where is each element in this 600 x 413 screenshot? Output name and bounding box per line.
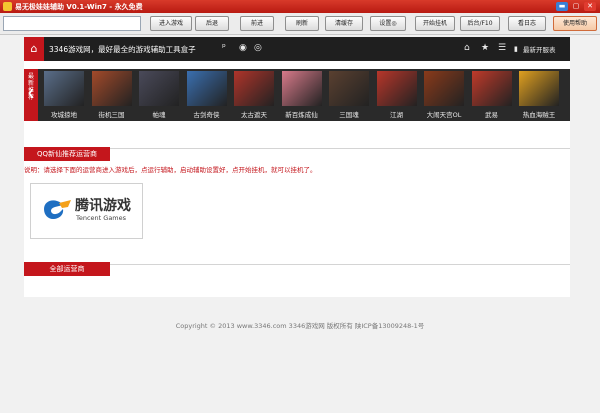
tencent-games-logo[interactable]: 腾讯游戏 Tencent Games [30,183,143,239]
app-icon [3,2,12,11]
mobile-icon: ▮ [514,45,518,53]
game-tile-image[interactable] [44,71,84,106]
game-tile-name[interactable]: 太古遮天 [229,109,279,119]
tool-icon[interactable]: ᵖ [222,42,226,54]
game-tile-name[interactable]: 帕魂 [134,109,184,119]
address-input[interactable] [3,16,141,31]
game-tile-name[interactable]: 街机三国 [87,109,137,119]
game-tile-name[interactable]: 热血海贼王 [514,109,564,119]
menu-icon[interactable]: ☰ [498,42,506,54]
star-icon[interactable]: ★ [481,42,489,54]
game-tile-image[interactable] [376,71,417,106]
section-heading-all: 全部运营商 [24,262,110,276]
game-tile-image[interactable] [519,71,559,106]
game-tile-image[interactable] [329,71,369,106]
game-tile-name[interactable]: 新百炼成仙 [277,109,327,119]
refresh-button[interactable]: 刷新 [285,16,319,31]
weibo-icon[interactable]: ◉ [239,42,247,54]
start-hang-button[interactable]: 开始挂机 [415,16,455,31]
view-log-button[interactable]: 看日志 [508,16,546,31]
game-tile-image[interactable] [281,71,322,106]
back-button[interactable]: 后退 [195,16,229,31]
window-title: 易无极娃娃辅助 V0.1-Win7 - 永久免费 [15,3,143,11]
forward-button[interactable]: 前进 [240,16,274,31]
recommended-games-strip: 最新推荐 ❮ 攻城掠地 街机三国 帕魂 古剑奇侠 太古遮天 新百炼成仙 三国魂 江湖 大闹天宫O… [24,69,570,121]
game-tile-image[interactable] [424,71,464,106]
section-heading-recommended: QQ新仙推荐运营商 [24,147,110,161]
web-page: ⌂ 3346游戏网，最好最全的游戏辅助工具盒子 ᵖ ◉ ◎ ⌂ ★ ☰ ▮ 最新… [0,35,600,413]
home-icon[interactable]: ⌂ [464,42,470,54]
game-tile-name[interactable]: 大闹天宫OL [419,109,469,119]
background-button[interactable]: 后台/F10 [460,16,500,31]
game-tile-name[interactable]: 古剑奇侠 [182,109,232,119]
logo-text-cn: 腾讯游戏 [75,198,131,214]
game-tile-name[interactable]: 武易 [467,109,517,119]
title-bar: 易无极娃娃辅助 V0.1-Win7 - 永久免费 ▬ ▢ ✕ [0,0,600,13]
enter-game-button[interactable]: 进入游戏 [150,16,192,31]
tencent-logo-icon [44,200,71,219]
clear-cache-button[interactable]: 清缓存 [325,16,363,31]
strip-side-label: 最新推荐 ❮ [24,69,38,121]
game-tile-image[interactable] [139,71,179,106]
game-tile-image[interactable] [471,71,512,106]
close-button[interactable]: ✕ [584,2,596,11]
game-tile-name[interactable]: 江湖 [372,109,422,119]
home-badge-icon[interactable]: ⌂ [24,37,44,61]
toolbar: 进入游戏 后退 前进 刷新 清缓存 设置◎ 开始挂机 后台/F10 看日志 使用… [0,13,600,35]
maximize-button[interactable]: ▢ [570,2,582,11]
prev-arrow-icon[interactable]: ❮ [24,89,38,99]
site-nav-bar: ⌂ 3346游戏网，最好最全的游戏辅助工具盒子 ᵖ ◉ ◎ ⌂ ★ ☰ ▮ 最新… [24,37,570,61]
content-panel: 最新推荐 ❮ 攻城掠地 街机三国 帕魂 古剑奇侠 太古遮天 新百炼成仙 三国魂 江湖 大闹天宫O… [24,61,570,297]
latest-servers-link[interactable]: 最新开服表 [523,44,556,54]
game-tile-name[interactable]: 三国魂 [324,109,374,119]
minimize-button[interactable]: ▬ [556,2,568,11]
game-tile-image[interactable] [91,71,132,106]
game-tile-image[interactable] [186,71,227,106]
help-button[interactable]: 使用帮助 [553,16,597,31]
settings-button[interactable]: 设置◎ [370,16,406,31]
wechat-icon[interactable]: ◎ [254,42,262,54]
logo-text-en: Tencent Games [76,214,127,222]
copyright-footer: Copyright © 2013 www.3346.com 3346游戏网 版权… [175,322,425,330]
game-tile-name[interactable]: 攻城掠地 [39,109,89,119]
game-tile-image[interactable] [234,71,274,106]
site-title: 3346游戏网，最好最全的游戏辅助工具盒子 [49,45,196,54]
instruction-note: 说明：请选择下面的运营商进入游戏后，点运行辅助，启动辅助设置好，点开始挂机，就可… [24,166,317,174]
